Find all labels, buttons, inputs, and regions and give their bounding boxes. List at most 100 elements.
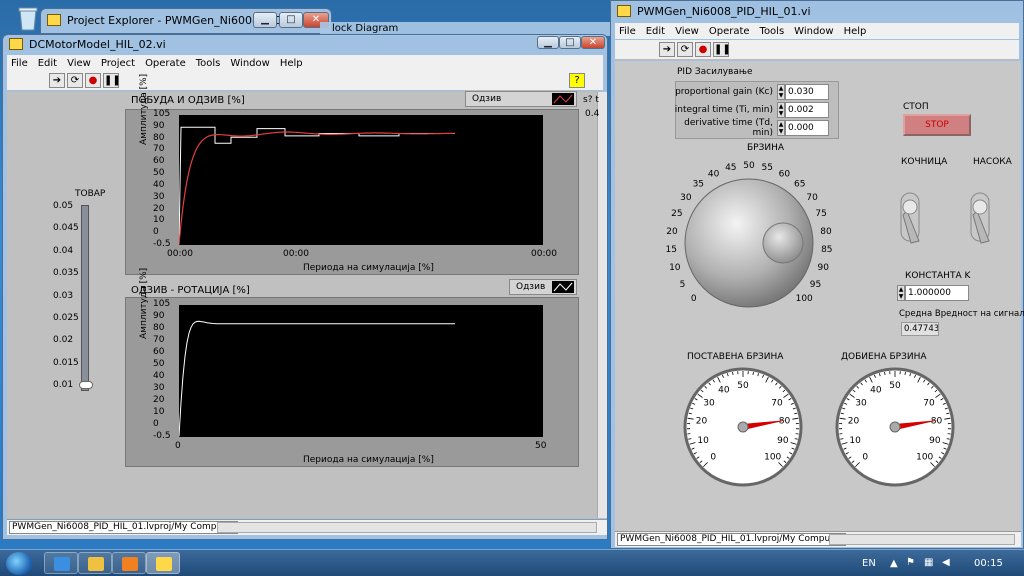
- graph-ytick: 40: [153, 179, 165, 190]
- close-button[interactable]: ✕: [581, 36, 605, 49]
- gauge-tick-label: 90: [929, 436, 941, 446]
- run-arrow-icon[interactable]: ➔: [659, 42, 675, 57]
- minimize-button[interactable]: ▁: [253, 12, 277, 28]
- knob-tick-label: 100: [796, 294, 813, 304]
- abort-icon[interactable]: ●: [85, 73, 101, 88]
- menu-edit[interactable]: Edit: [38, 58, 57, 69]
- graph1-xtick: 00:00: [167, 249, 193, 259]
- graph1-plot[interactable]: [178, 115, 543, 245]
- graph2-plot[interactable]: [178, 305, 543, 437]
- stop-button[interactable]: STOP: [903, 114, 971, 136]
- menu-window[interactable]: Window: [230, 58, 269, 69]
- load-slider-thumb[interactable]: [79, 381, 93, 389]
- set-speed-label: ПОСТАВЕНА БРЗИНА: [687, 352, 784, 362]
- project-icon: [47, 14, 61, 26]
- graph2-legend[interactable]: Одзив: [509, 279, 577, 295]
- menu-file[interactable]: File: [11, 58, 28, 69]
- speed-knob[interactable]: 05 10 15 20 25 3035 40 45 50 55 606570 75 80 85 90 95 10…: [657, 151, 837, 321]
- vertical-scrollbar[interactable]: [597, 92, 607, 518]
- hidden-value-fragment: 0.4: [585, 109, 600, 119]
- horizontal-scrollbar[interactable]: [829, 534, 1015, 545]
- menu-file[interactable]: File: [619, 26, 636, 37]
- window-title: lock Diagram: [332, 23, 399, 34]
- menu-window[interactable]: Window: [794, 26, 833, 37]
- menu-project[interactable]: Project: [101, 58, 135, 69]
- taskbar-ie[interactable]: [44, 552, 78, 574]
- graph-ytick: 50: [153, 359, 165, 369]
- menu-help[interactable]: Help: [280, 58, 303, 69]
- menu-operate[interactable]: Operate: [145, 58, 186, 69]
- network-icon[interactable]: ▦: [924, 557, 933, 568]
- menu-tools[interactable]: Tools: [760, 26, 785, 37]
- menu-view[interactable]: View: [675, 26, 699, 37]
- recycle-bin-icon[interactable]: [16, 6, 40, 32]
- knob-tick-label: 0: [691, 294, 697, 304]
- direction-label: НАСОКА: [973, 157, 1012, 167]
- minimize-button[interactable]: ▁: [537, 36, 559, 49]
- graph1-legend[interactable]: Одзив: [465, 91, 577, 107]
- project-explorer-window[interactable]: Project Explorer - PWMGen_Ni6008_PID_HIL…: [40, 8, 332, 34]
- ti-label: integral time (Ti, min): [674, 105, 773, 115]
- menu-help[interactable]: Help: [844, 26, 867, 37]
- load-slider-track[interactable]: [81, 205, 89, 391]
- legend-plot-icon: [552, 93, 574, 105]
- ti-spinner[interactable]: ▲ ▼: [777, 102, 785, 118]
- legend-label: Одзив: [472, 94, 502, 104]
- load-slider-tick: 0.02: [53, 335, 74, 346]
- menu-view[interactable]: View: [67, 58, 91, 69]
- volume-icon[interactable]: ◀: [942, 557, 950, 568]
- kc-spinner[interactable]: ▲ ▼: [777, 84, 785, 100]
- taskbar-explorer[interactable]: [78, 552, 112, 574]
- td-spinner[interactable]: ▲ ▼: [777, 120, 785, 136]
- pause-icon[interactable]: ❚❚: [713, 42, 731, 57]
- clock[interactable]: 00:15: [974, 558, 1003, 569]
- menu-edit[interactable]: Edit: [646, 26, 665, 37]
- flag-icon[interactable]: ⚑: [906, 557, 915, 568]
- td-label: derivative time (Td, min): [684, 118, 773, 138]
- graph-ytick: 80: [153, 323, 165, 333]
- menu-tools[interactable]: Tools: [196, 58, 221, 69]
- graph-ytick: 20: [153, 395, 165, 405]
- run-continuously-icon[interactable]: ⟳: [67, 73, 83, 88]
- language-indicator[interactable]: EN: [862, 558, 876, 569]
- start-button[interactable]: [6, 552, 32, 575]
- gauge-tick-label: 30: [703, 398, 715, 408]
- kc-input[interactable]: 0.030: [785, 84, 829, 100]
- constant-spinner[interactable]: ▲ ▼: [897, 285, 905, 301]
- run-arrow-icon[interactable]: ➔: [49, 73, 65, 88]
- dc-motor-vi-window[interactable]: DCMotorModel_HIL_02.vi ▁ □ ✕ File Edit V…: [2, 34, 608, 540]
- constant-input[interactable]: 1.000000: [905, 285, 969, 301]
- knob-tick-label: 20: [666, 227, 678, 237]
- gauge-tick-label: 0: [862, 453, 868, 463]
- taskbar-media[interactable]: [112, 552, 146, 574]
- gauge-tick-label: 10: [849, 436, 861, 446]
- run-continuously-icon[interactable]: ⟳: [677, 42, 693, 57]
- ti-input[interactable]: 0.002: [785, 102, 829, 118]
- labview-icon: [156, 557, 172, 571]
- legend-plot-icon: [552, 281, 574, 293]
- gauge-tick-label: 70: [771, 398, 783, 408]
- graph-ytick: 90: [153, 120, 165, 131]
- menu-operate[interactable]: Operate: [709, 26, 750, 37]
- tray-arrow-icon[interactable]: ▲: [890, 558, 898, 569]
- maximize-button[interactable]: □: [559, 36, 581, 49]
- load-label: ТОВАР: [75, 189, 106, 199]
- horizontal-scrollbar[interactable]: [217, 522, 597, 533]
- pause-icon[interactable]: ❚❚: [103, 73, 121, 88]
- brake-label: КОЧНИЦА: [901, 157, 948, 167]
- abort-icon[interactable]: ●: [695, 42, 711, 57]
- direction-toggle[interactable]: [969, 191, 995, 247]
- status-bar: PWMGen_Ni6008_PID_HIL_01.lvproj/My Compu…: [7, 519, 607, 535]
- graph-ytick: 20: [153, 203, 165, 214]
- brake-toggle[interactable]: [899, 191, 925, 247]
- taskbar-labview[interactable]: [146, 552, 180, 574]
- td-input[interactable]: 0.000: [785, 120, 829, 136]
- knob-tick-label: 65: [794, 180, 805, 190]
- load-slider-tick: 0.01: [53, 380, 74, 391]
- graph2-xtick: 0: [175, 441, 181, 451]
- knob-tick-label: 95: [810, 280, 821, 290]
- maximize-button[interactable]: □: [279, 12, 303, 28]
- help-icon[interactable]: ?: [569, 73, 585, 88]
- gauge-tick-label: 0: [710, 453, 716, 463]
- pwm-gen-vi-window[interactable]: PWMGen_Ni6008_PID_HIL_01.vi File Edit Vi…: [610, 0, 1024, 549]
